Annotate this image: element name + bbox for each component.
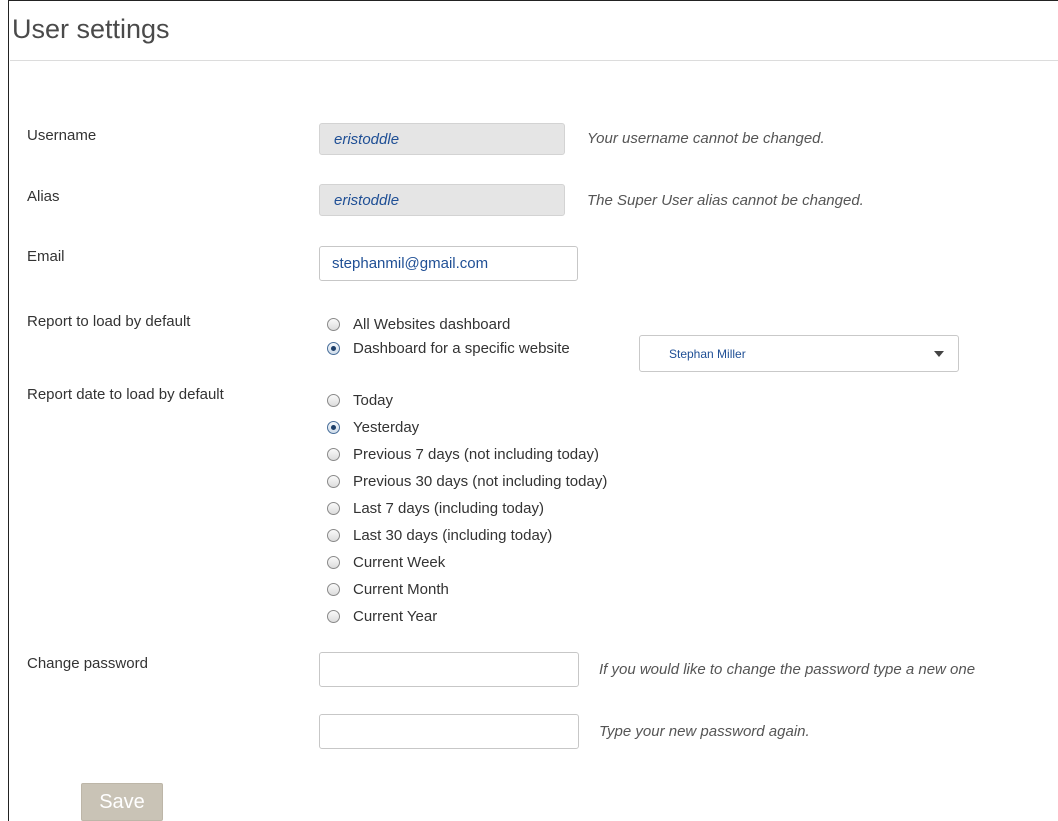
date-option-previous-30-days[interactable]: Previous 30 days (not including today)	[327, 471, 607, 491]
radio-icon[interactable]	[327, 393, 340, 407]
date-option-previous-7-days[interactable]: Previous 7 days (not including today)	[327, 444, 599, 464]
save-button[interactable]: Save	[81, 783, 163, 821]
alias-field: eristoddle	[319, 184, 565, 216]
date-option-current-year[interactable]: Current Year	[327, 606, 437, 626]
radio-icon[interactable]	[327, 528, 340, 542]
username-label: Username	[27, 127, 97, 144]
radio-icon[interactable]	[327, 317, 340, 331]
radio-icon[interactable]	[327, 609, 340, 623]
confirm-password-hint: Type your new password again.	[599, 723, 810, 740]
username-hint: Your username cannot be changed.	[587, 130, 825, 147]
report-option-specific-website[interactable]: Dashboard for a specific website	[327, 338, 570, 358]
report-option-label: Dashboard for a specific website	[353, 339, 570, 357]
report-option-all-websites[interactable]: All Websites dashboard	[327, 314, 510, 334]
new-password-field[interactable]	[319, 652, 579, 687]
website-select-value: Stephan Miller	[669, 347, 746, 361]
email-field[interactable]	[319, 246, 578, 281]
default-report-label: Report to load by default	[27, 313, 191, 330]
date-option-label: Last 7 days (including today)	[353, 499, 544, 517]
page-title: User settings	[12, 14, 170, 44]
date-option-today[interactable]: Today	[327, 390, 393, 410]
website-select[interactable]: Stephan Miller	[639, 335, 959, 372]
alias-label: Alias	[27, 188, 60, 205]
title-divider	[10, 60, 1058, 61]
date-option-label: Previous 30 days (not including today)	[353, 472, 608, 490]
date-option-label: Current Year	[353, 607, 438, 625]
radio-icon[interactable]	[327, 582, 340, 596]
radio-icon[interactable]	[327, 447, 340, 461]
date-option-label: Today	[353, 391, 394, 409]
date-option-yesterday[interactable]: Yesterday	[327, 417, 419, 437]
radio-selected-icon[interactable]	[327, 420, 340, 434]
date-option-label: Last 30 days (including today)	[353, 526, 553, 544]
default-date-label: Report date to load by default	[27, 386, 224, 403]
confirm-password-field[interactable]	[319, 714, 579, 749]
radio-icon[interactable]	[327, 501, 340, 515]
date-option-last-7-days[interactable]: Last 7 days (including today)	[327, 498, 544, 518]
date-option-label: Yesterday	[353, 418, 420, 436]
alias-hint: The Super User alias cannot be changed.	[587, 192, 864, 209]
date-option-last-30-days[interactable]: Last 30 days (including today)	[327, 525, 552, 545]
radio-selected-icon[interactable]	[327, 341, 340, 355]
report-option-label: All Websites dashboard	[353, 315, 511, 333]
chevron-down-icon	[934, 351, 944, 357]
date-option-label: Previous 7 days (not including today)	[353, 445, 599, 463]
date-option-current-month[interactable]: Current Month	[327, 579, 449, 599]
change-password-label: Change password	[27, 655, 148, 672]
date-option-current-week[interactable]: Current Week	[327, 552, 445, 572]
username-field: eristoddle	[319, 123, 565, 155]
radio-icon[interactable]	[327, 555, 340, 569]
date-option-label: Current Week	[353, 553, 446, 571]
new-password-hint: If you would like to change the password…	[599, 661, 976, 678]
email-label: Email	[27, 248, 65, 265]
date-option-label: Current Month	[353, 580, 449, 598]
radio-icon[interactable]	[327, 474, 340, 488]
